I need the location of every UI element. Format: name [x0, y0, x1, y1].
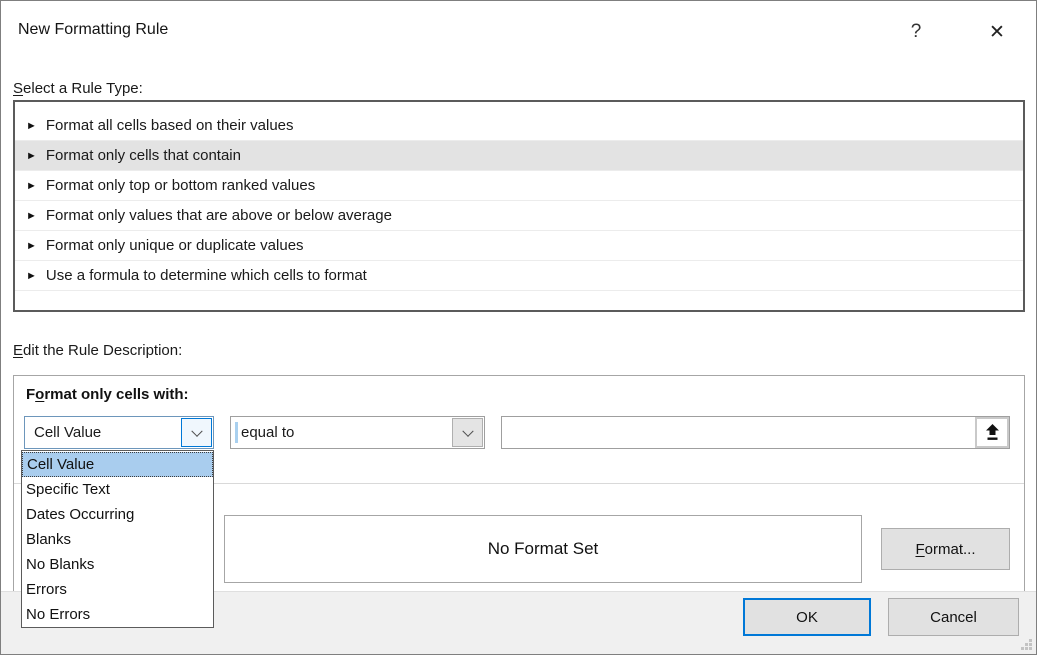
help-icon: ?: [911, 21, 922, 43]
right-pointer-icon: ►: [26, 270, 37, 282]
operator-combobox[interactable]: equal to: [230, 416, 485, 449]
operator-value: equal to: [241, 417, 294, 448]
preview-box: No Format Set: [224, 515, 862, 583]
dropdown-option-selected[interactable]: Cell Value: [22, 452, 213, 477]
dropdown-option[interactable]: Specific Text: [22, 477, 213, 502]
resize-grip[interactable]: [1020, 638, 1033, 651]
new-formatting-rule-dialog: New Formatting Rule ? ✕ Select a Rule Ty…: [0, 0, 1037, 655]
ok-button[interactable]: OK: [743, 598, 871, 636]
collapse-up-arrow-icon: [985, 424, 1000, 441]
dropdown-option[interactable]: No Errors: [22, 602, 213, 627]
chevron-down-icon: [462, 425, 473, 436]
collapse-dialog-button[interactable]: [975, 417, 1009, 448]
text-caret: [235, 422, 238, 443]
format-only-cells-with-label: Format only cells with:: [26, 386, 189, 403]
rule-type-listbox[interactable]: ►Format all cells based on their values …: [13, 100, 1025, 312]
right-pointer-icon: ►: [26, 150, 37, 162]
value-input[interactable]: [504, 419, 974, 446]
condition-type-combobox[interactable]: Cell Value: [24, 416, 214, 449]
chevron-down-icon: [191, 425, 202, 436]
rule-type-item[interactable]: ►Format only unique or duplicate values: [15, 231, 1023, 261]
right-pointer-icon: ►: [26, 120, 37, 132]
rule-type-item[interactable]: ►Format all cells based on their values: [15, 111, 1023, 141]
dropdown-option[interactable]: No Blanks: [22, 552, 213, 577]
edit-rule-description-label: Edit the Rule Description:: [13, 342, 182, 359]
close-icon: ✕: [989, 21, 1005, 44]
dropdown-option[interactable]: Dates Occurring: [22, 502, 213, 527]
condition-type-value: Cell Value: [34, 417, 101, 448]
condition-type-dropdown-list[interactable]: Cell Value Specific Text Dates Occurring…: [21, 450, 214, 628]
rule-type-item[interactable]: ►Format only top or bottom ranked values: [15, 171, 1023, 201]
value-field-wrapper: [501, 416, 1010, 449]
preview-text: No Format Set: [488, 539, 599, 559]
rule-type-item[interactable]: ►Format only values that are above or be…: [15, 201, 1023, 231]
cancel-button[interactable]: Cancel: [888, 598, 1019, 636]
rule-type-item-selected[interactable]: ►Format only cells that contain: [15, 141, 1023, 171]
help-button[interactable]: ?: [899, 15, 933, 49]
rule-type-item[interactable]: ►Use a formula to determine which cells …: [15, 261, 1023, 291]
dropdown-option[interactable]: Errors: [22, 577, 213, 602]
condition-type-dropdown-button[interactable]: [181, 418, 212, 447]
title-bar: New Formatting Rule ? ✕: [1, 1, 1036, 59]
right-pointer-icon: ►: [26, 180, 37, 192]
close-button[interactable]: ✕: [977, 15, 1017, 49]
window-title: New Formatting Rule: [18, 21, 168, 39]
format-button[interactable]: Format...: [881, 528, 1010, 570]
right-pointer-icon: ►: [26, 210, 37, 222]
operator-dropdown-button[interactable]: [452, 418, 483, 447]
right-pointer-icon: ►: [26, 240, 37, 252]
select-rule-type-label: Select a Rule Type:: [13, 80, 143, 97]
dropdown-option[interactable]: Blanks: [22, 527, 213, 552]
